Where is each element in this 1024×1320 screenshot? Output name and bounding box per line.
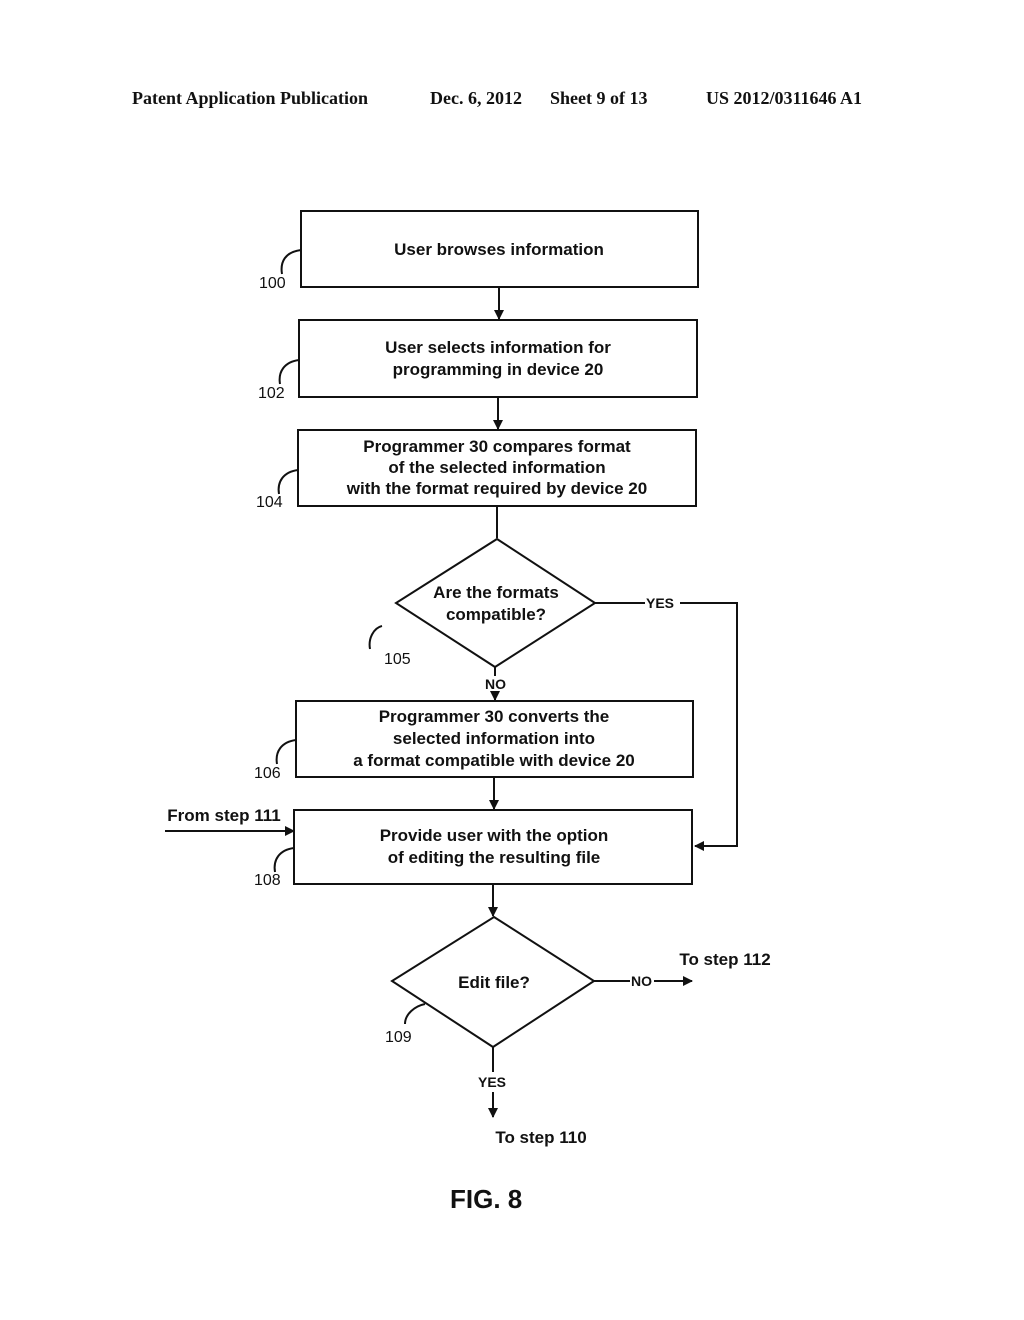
step-104-text-line2: of the selected information	[388, 458, 605, 477]
step-106-text-line2: selected information into	[393, 729, 595, 748]
step-102-text-line2: programming in device 20	[393, 360, 604, 379]
step-104-text-line3: with the format required by device 20	[346, 479, 647, 498]
ref-leader-106	[275, 739, 297, 765]
figure-label: FIG. 8	[450, 1184, 522, 1214]
decision-109-text: Edit file?	[458, 973, 530, 992]
connector-to-step-110: To step 110	[495, 1128, 586, 1147]
ref-leader-104	[277, 469, 299, 495]
connector-from-step-111: From step 111	[167, 806, 280, 825]
step-102-box: User selects information for programming…	[298, 319, 698, 398]
label-no-109: NO	[631, 973, 652, 989]
ref-leader-100	[280, 249, 302, 275]
ref-leader-108	[273, 847, 295, 873]
step-100-box: User browses information	[300, 210, 699, 288]
label-yes-105: YES	[646, 595, 674, 611]
step-102-text-line1: User selects information for	[385, 338, 611, 357]
step-108-box: Provide user with the option of editing …	[293, 809, 693, 885]
step-106-text-line3: a format compatible with device 20	[353, 751, 635, 770]
step-106-box: Programmer 30 converts the selected info…	[295, 700, 694, 778]
decision-105-text-line1: Are the formats	[433, 583, 559, 602]
ref-102: 102	[258, 385, 285, 402]
step-100-text: User browses information	[394, 240, 604, 259]
step-106-text-line1: Programmer 30 converts the	[379, 707, 610, 726]
label-no-105: NO	[485, 676, 506, 692]
ref-106: 106	[254, 765, 281, 782]
ref-108: 108	[254, 872, 281, 889]
connector-to-step-112: To step 112	[679, 950, 770, 969]
ref-100: 100	[259, 275, 286, 292]
label-yes-109: YES	[478, 1074, 506, 1090]
step-108-text-line2: of editing the resulting file	[388, 848, 601, 867]
step-108-text-line1: Provide user with the option	[380, 826, 609, 845]
ref-104: 104	[256, 494, 283, 511]
decision-105: Are the formats compatible?	[394, 537, 597, 669]
step-104-text-line1: Programmer 30 compares format	[363, 437, 631, 456]
decision-109: Edit file?	[390, 915, 596, 1049]
decision-105-text-line2: compatible?	[446, 605, 546, 624]
ref-leader-109	[404, 1003, 426, 1025]
step-104-box: Programmer 30 compares format of the sel…	[297, 429, 697, 507]
ref-leader-102	[278, 359, 300, 385]
flowchart: User browses information 100 User select…	[165, 210, 771, 1214]
ref-105: 105	[384, 651, 411, 668]
ref-109: 109	[385, 1029, 412, 1046]
ref-leader-105	[368, 625, 383, 650]
